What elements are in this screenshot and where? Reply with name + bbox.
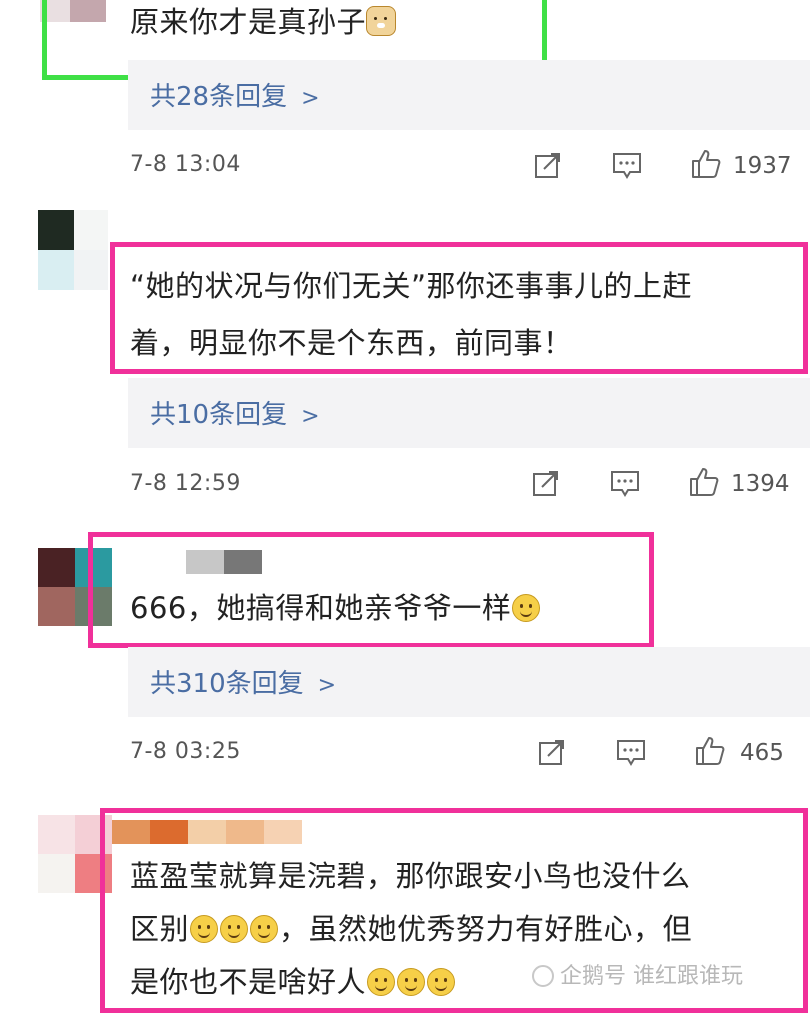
share-icon[interactable] xyxy=(533,150,563,180)
like-count: 1937 xyxy=(733,153,792,179)
thumbs-up-icon[interactable] xyxy=(688,466,720,498)
smile-emoji-icon xyxy=(250,915,279,943)
smile-emoji-icon xyxy=(367,968,396,996)
share-icon[interactable] xyxy=(537,737,567,767)
comment-text: 666，她搞得和她亲爷爷一样 xyxy=(130,584,541,632)
comment-text: “她的状况与你们无关”那你还事事儿的上赶 着，明显你不是个东西，前同事！ xyxy=(130,269,693,360)
view-replies-link[interactable]: 共310条回复 > xyxy=(150,663,336,700)
comment-icon[interactable] xyxy=(612,150,642,180)
like-count: 1394 xyxy=(731,471,790,497)
reply-box[interactable]: 共28条回复 > xyxy=(128,60,810,130)
share-icon[interactable] xyxy=(531,468,561,498)
chevron-right-icon: > xyxy=(301,86,320,111)
reply-box[interactable]: 共10条回复 > xyxy=(128,378,810,448)
penguin-logo-icon xyxy=(532,965,554,987)
view-replies-link[interactable]: 共28条回复 > xyxy=(150,76,320,113)
comment-time: 7-8 13:04 xyxy=(130,152,241,177)
smile-emoji-icon xyxy=(397,968,426,996)
avatar[interactable] xyxy=(38,210,108,290)
reply-box[interactable]: 共310条回复 > xyxy=(128,647,810,717)
watermark: 企鹅号 谁红跟谁玩 xyxy=(532,958,743,990)
thumbs-up-icon[interactable] xyxy=(690,148,722,180)
chevron-right-icon: > xyxy=(301,404,320,429)
smile-emoji-icon xyxy=(427,968,456,996)
like-count: 465 xyxy=(740,740,784,766)
comment-icon[interactable] xyxy=(616,737,646,767)
chevron-right-icon: > xyxy=(317,673,337,698)
comment-text: 原来你才是真孙子 xyxy=(130,0,397,46)
comment-time: 7-8 03:25 xyxy=(130,739,241,764)
thumbs-up-icon[interactable] xyxy=(694,735,726,767)
smile-emoji-icon xyxy=(190,915,219,943)
smile-emoji-icon xyxy=(512,594,541,622)
smile-emoji-icon xyxy=(220,915,249,943)
comment-time: 7-8 12:59 xyxy=(130,471,241,496)
doge-emoji-icon xyxy=(366,6,397,36)
comment-icon[interactable] xyxy=(610,468,640,498)
view-replies-link[interactable]: 共10条回复 > xyxy=(150,394,320,431)
